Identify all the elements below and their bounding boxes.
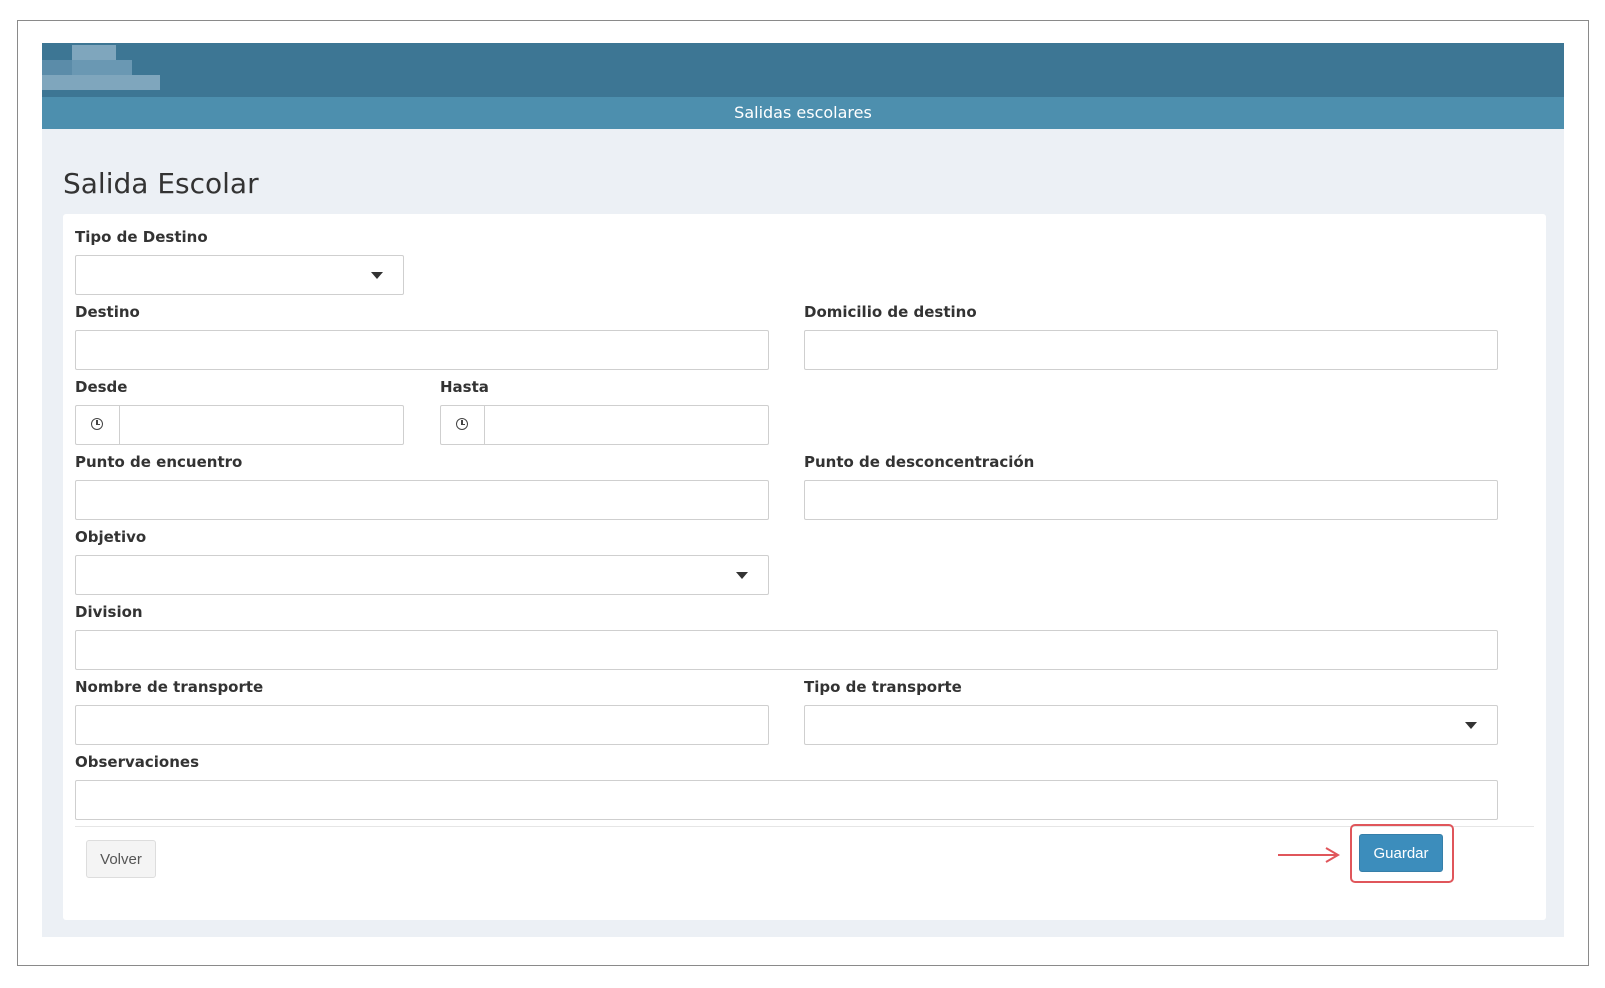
- division-input[interactable]: [75, 630, 1498, 670]
- tipo-destino-label: Tipo de Destino: [75, 228, 208, 246]
- desde-time-addon[interactable]: [76, 406, 120, 444]
- punto-desconcentracion-input[interactable]: [804, 480, 1498, 520]
- tipo-destino-select[interactable]: [75, 255, 404, 295]
- punto-desconcentracion-label: Punto de desconcentración: [804, 453, 1035, 471]
- caret-down-icon: [371, 272, 383, 279]
- page-title: Salida Escolar: [63, 167, 259, 200]
- punto-encuentro-input[interactable]: [75, 480, 769, 520]
- hasta-label: Hasta: [440, 378, 489, 396]
- form-footer-divider: [75, 826, 1534, 827]
- nombre-transporte-input[interactable]: [75, 705, 769, 745]
- punto-encuentro-label: Punto de encuentro: [75, 453, 243, 471]
- observaciones-input[interactable]: [75, 780, 1498, 820]
- domicilio-destino-label: Domicilio de destino: [804, 303, 977, 321]
- app-window: Salidas escolares Salida Escolar Tipo de…: [42, 43, 1564, 937]
- hasta-time-addon[interactable]: [441, 406, 485, 444]
- clock-icon: [91, 418, 103, 430]
- top-navbar: [42, 43, 1564, 97]
- logo: [42, 45, 172, 91]
- tipo-transporte-label: Tipo de transporte: [804, 678, 962, 696]
- domicilio-destino-input[interactable]: [804, 330, 1498, 370]
- destino-input[interactable]: [75, 330, 769, 370]
- caret-down-icon: [736, 572, 748, 579]
- arrow-right-icon: [1278, 847, 1340, 863]
- back-button[interactable]: Volver: [86, 840, 156, 878]
- section-bar: Salidas escolares: [42, 97, 1564, 129]
- desde-input[interactable]: [75, 405, 404, 445]
- caret-down-icon: [1465, 722, 1477, 729]
- desde-label: Desde: [75, 378, 128, 396]
- form-panel: Tipo de Destino Destino Domicilio de des…: [63, 214, 1546, 920]
- clock-icon: [456, 418, 468, 430]
- objetivo-select[interactable]: [75, 555, 769, 595]
- division-label: Division: [75, 603, 143, 621]
- hasta-input[interactable]: [440, 405, 769, 445]
- tipo-transporte-select[interactable]: [804, 705, 1498, 745]
- destino-label: Destino: [75, 303, 140, 321]
- section-title: Salidas escolares: [734, 103, 872, 122]
- observaciones-label: Observaciones: [75, 753, 200, 771]
- save-button[interactable]: Guardar: [1359, 834, 1443, 872]
- objetivo-label: Objetivo: [75, 528, 147, 546]
- nombre-transporte-label: Nombre de transporte: [75, 678, 264, 696]
